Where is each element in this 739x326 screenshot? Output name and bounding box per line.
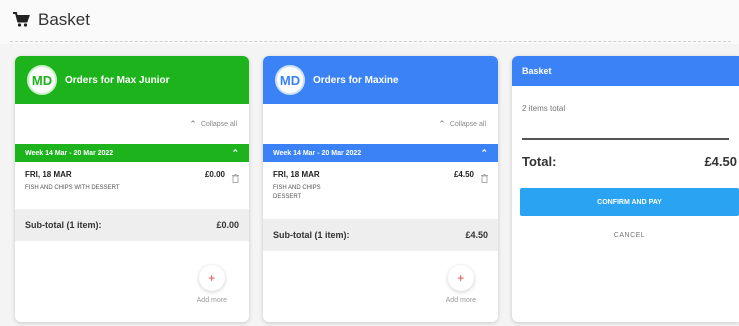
total-label: Total:: [522, 154, 557, 169]
trash-icon[interactable]: [481, 170, 488, 183]
subtotal-value: £0.00: [216, 220, 239, 230]
collapse-all-label: Collapse all: [200, 120, 237, 128]
order-card-header: MD Orders for Maxine: [263, 56, 498, 104]
page-header: Basket: [0, 0, 739, 44]
chevron-up-icon: ⌃: [480, 147, 488, 158]
chevron-up-icon: ⌃: [231, 147, 239, 158]
add-more-label[interactable]: Add more: [446, 297, 476, 304]
trash-icon[interactable]: [232, 170, 239, 183]
avatar: MD: [275, 65, 305, 95]
add-more-button[interactable]: +: [198, 265, 225, 291]
order-item: FRI, 18 MAR £4.50 FISH AND CHIPS DESSERT: [263, 162, 498, 219]
collapse-all-label: Collapse all: [449, 120, 486, 128]
order-item-name: FISH AND CHIPS: [273, 185, 321, 191]
add-more-group: + Add more: [15, 265, 249, 304]
chevron-up-icon: ⌃: [189, 118, 197, 129]
basket-summary-header: Basket: [512, 56, 739, 86]
plus-icon: +: [457, 271, 465, 285]
order-card-title: Orders for Maxine: [313, 74, 399, 86]
order-date: FRI, 18 MAR: [273, 170, 320, 179]
subtotal-label: Sub-total (1 item):: [273, 230, 350, 240]
chevron-up-icon: ⌃: [438, 118, 446, 129]
header-divider: [10, 41, 731, 42]
plus-icon: +: [208, 271, 216, 285]
add-more-button[interactable]: +: [447, 265, 474, 291]
cart-icon: [12, 12, 30, 28]
order-item-name: FISH AND CHIPS WITH DESSERT: [25, 185, 120, 191]
total-row: Total: £4.50: [512, 140, 739, 169]
order-card-title: Orders for Max Junior: [65, 74, 170, 86]
order-card-max-junior: MD Orders for Max Junior ⌃ Collapse all …: [15, 56, 249, 322]
subtotal-row: Sub-total (1 item): £0.00: [15, 209, 249, 241]
cancel-button[interactable]: CANCEL: [520, 232, 739, 239]
add-more-group: + Add more: [263, 265, 498, 304]
total-value: £4.50: [704, 154, 737, 169]
subtotal-row: Sub-total (1 item): £4.50: [263, 219, 498, 251]
order-price: £0.00: [204, 170, 225, 179]
header-title-group: Basket: [12, 10, 90, 30]
subtotal-label: Sub-total (1 item):: [25, 220, 102, 230]
confirm-and-pay-button[interactable]: CONFIRM AND PAY: [520, 188, 739, 216]
basket-summary-card: Basket 2 items total Total: £4.50 CONFIR…: [512, 56, 739, 322]
order-item: FRI, 18 MAR £0.00 FISH AND CHIPS WITH DE…: [15, 162, 249, 209]
week-toggle[interactable]: Week 14 Mar - 20 Mar 2022 ⌃: [15, 144, 249, 162]
week-label: Week 14 Mar - 20 Mar 2022: [25, 149, 114, 157]
page-title: Basket: [38, 10, 90, 29]
order-item-name: DESSERT: [273, 194, 302, 200]
add-more-label[interactable]: Add more: [197, 297, 227, 304]
collapse-all-button[interactable]: ⌃ Collapse all: [15, 104, 249, 144]
collapse-all-button[interactable]: ⌃ Collapse all: [263, 104, 498, 144]
order-price: £4.50: [453, 170, 474, 179]
order-card-header: MD Orders for Max Junior: [15, 56, 249, 104]
avatar: MD: [27, 65, 57, 95]
order-card-maxine: MD Orders for Maxine ⌃ Collapse all Week…: [263, 56, 498, 322]
subtotal-value: £4.50: [465, 230, 488, 240]
items-total: 2 items total: [522, 104, 566, 113]
order-date: FRI, 18 MAR: [25, 170, 72, 179]
week-label: Week 14 Mar - 20 Mar 2022: [273, 149, 362, 157]
week-toggle[interactable]: Week 14 Mar - 20 Mar 2022 ⌃: [263, 144, 498, 162]
